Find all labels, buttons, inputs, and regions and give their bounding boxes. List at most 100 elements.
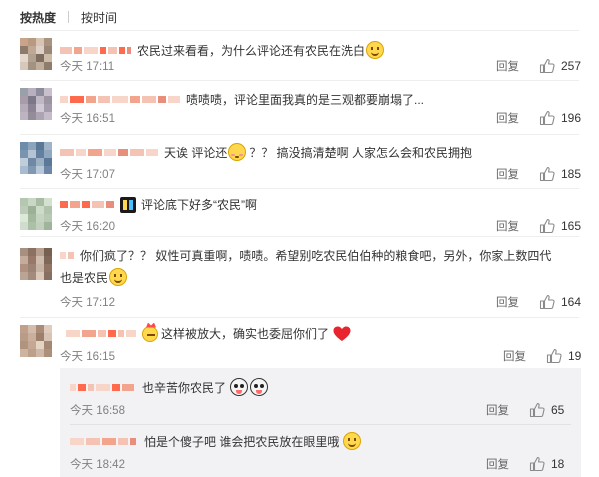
avatar-tile <box>28 158 36 166</box>
avatar-tile <box>20 198 28 206</box>
avatar-tile <box>20 349 28 357</box>
avatar-tile <box>36 248 44 256</box>
avatar-tile <box>28 112 36 120</box>
reply-button[interactable]: 回复 <box>496 58 519 74</box>
crown-emoji-icon <box>142 325 158 342</box>
tab-sort-hot[interactable]: 按热度 <box>20 9 56 26</box>
thumbs-up-icon <box>529 402 545 418</box>
avatar-tile <box>44 206 52 214</box>
like-count: 19 <box>568 349 582 363</box>
avatar-tile <box>36 142 44 150</box>
like-button[interactable]: 165 <box>539 218 581 234</box>
thumbs-up-icon <box>539 218 555 234</box>
like-count: 165 <box>561 219 582 233</box>
avatar-tile <box>28 38 36 46</box>
thumbs-up-icon <box>529 456 545 472</box>
avatar-tile <box>36 272 44 280</box>
like-button[interactable]: 19 <box>546 348 581 364</box>
comment-time: 今天 17:11 <box>60 61 115 73</box>
avatar-tile <box>20 222 28 230</box>
avatar[interactable] <box>20 38 52 70</box>
avatar[interactable] <box>20 142 52 174</box>
username-mosaic[interactable] <box>66 330 136 338</box>
reply-button[interactable]: 回复 <box>486 456 509 472</box>
reply-button[interactable]: 回复 <box>486 402 509 418</box>
tab-separator <box>68 11 70 23</box>
username-mosaic[interactable] <box>60 46 131 54</box>
book-emoji-icon <box>120 196 136 213</box>
avatar-tile <box>36 198 44 206</box>
avatar-tile <box>44 142 52 150</box>
avatar-tile <box>20 272 28 280</box>
avatar-tile <box>36 62 44 70</box>
comment-time: 今天 17:07 <box>60 169 115 181</box>
reply-button[interactable]: 回复 <box>496 110 519 126</box>
like-button[interactable]: 257 <box>539 58 581 74</box>
comment-text: 这样被放大，确实也委屈你们了 <box>161 327 330 341</box>
avatar-tile <box>28 166 36 174</box>
avatar-tile <box>20 96 28 104</box>
comment-time: 今天 16:20 <box>60 221 115 233</box>
avatar-tile <box>28 349 36 357</box>
like-count: 196 <box>561 111 582 125</box>
like-count: 18 <box>551 457 565 471</box>
username-mosaic[interactable] <box>70 437 136 445</box>
avatar-tile <box>36 150 44 158</box>
avatar-tile <box>20 54 28 62</box>
divider <box>70 424 571 425</box>
username-mosaic[interactable] <box>60 148 158 156</box>
avatar-tile <box>44 88 52 96</box>
thumbs-up-icon <box>539 294 555 310</box>
avatar-tile <box>44 166 52 174</box>
divider <box>20 317 579 318</box>
avatar-tile <box>36 166 44 174</box>
comment-text: 你们疯了？？ 奴性可真重啊，啧啧。希望别吃农民伯伯种的粮食吧，另外，你家上数四代 <box>80 249 552 263</box>
avatar-tile <box>28 96 36 104</box>
avatar-tile <box>36 264 44 272</box>
comment-time: 今天 16:58 <box>70 405 125 417</box>
reply-button[interactable]: 回复 <box>503 348 526 364</box>
avatar-tile <box>20 256 28 264</box>
avatar-tile <box>20 142 28 150</box>
username-mosaic[interactable] <box>60 252 74 260</box>
avatar-tile <box>44 54 52 62</box>
avatar-tile <box>28 88 36 96</box>
avatar-tile <box>44 62 52 70</box>
like-count: 164 <box>561 295 582 309</box>
sub-reply-box: 也辛苦你农民了 今天 16:58 回复 65 怕是个傻子吧 谁会把农民放在眼里哦… <box>60 368 581 477</box>
avatar-tile <box>36 104 44 112</box>
reply-button[interactable]: 回复 <box>496 218 519 234</box>
like-button[interactable]: 65 <box>529 402 564 418</box>
like-button[interactable]: 196 <box>539 110 581 126</box>
divider <box>20 188 579 189</box>
avatar-tile <box>36 333 44 341</box>
username-mosaic[interactable] <box>70 383 134 391</box>
comment-time: 今天 16:15 <box>60 351 115 363</box>
tab-sort-time[interactable]: 按时间 <box>81 9 117 26</box>
avatar-tile <box>20 341 28 349</box>
avatar[interactable] <box>20 198 52 230</box>
avatar[interactable] <box>20 325 52 357</box>
avatar-tile <box>36 256 44 264</box>
reply-button[interactable]: 回复 <box>496 294 519 310</box>
avatar-tile <box>36 158 44 166</box>
avatar-tile <box>44 150 52 158</box>
avatar-tile <box>20 325 28 333</box>
like-button[interactable]: 18 <box>529 456 564 472</box>
avatar[interactable] <box>20 88 52 120</box>
avatar-tile <box>36 222 44 230</box>
avatar-tile <box>44 46 52 54</box>
reply-button[interactable]: 回复 <box>496 166 519 182</box>
like-button[interactable]: 164 <box>539 294 581 310</box>
sort-tabs: 按热度 按时间 <box>20 8 117 26</box>
avatar-tile <box>44 325 52 333</box>
username-mosaic[interactable] <box>60 96 180 104</box>
avatar-tile <box>44 38 52 46</box>
heart-emoji-icon <box>333 326 351 342</box>
username-mosaic[interactable] <box>60 201 114 209</box>
avatar-tile <box>20 112 28 120</box>
avatar-tile <box>44 349 52 357</box>
laughing-emoji-icon <box>109 268 128 286</box>
like-button[interactable]: 185 <box>539 166 581 182</box>
avatar[interactable] <box>20 248 52 280</box>
